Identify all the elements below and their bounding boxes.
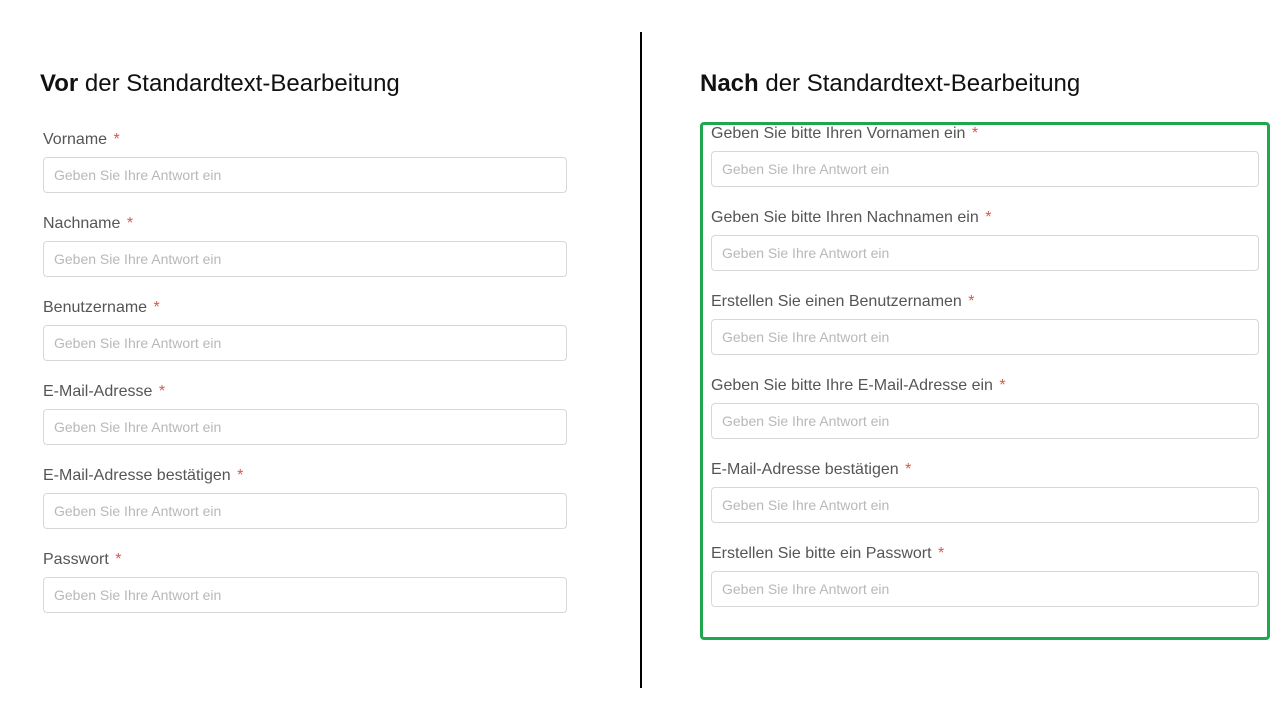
nachname-input[interactable] (711, 235, 1259, 271)
after-field-passwort: Erstellen Sie bitte ein Passwort * (711, 545, 1259, 607)
before-heading-rest: der Standardtext-Bearbeitung (85, 70, 400, 97)
field-label: Nachname * (43, 215, 567, 233)
field-label: Geben Sie bitte Ihren Nachnamen ein * (711, 209, 1259, 227)
required-mark: * (237, 467, 243, 484)
required-mark: * (905, 461, 911, 478)
required-mark: * (938, 545, 944, 562)
required-mark: * (114, 131, 120, 148)
after-field-nachname: Geben Sie bitte Ihren Nachnamen ein * (711, 209, 1259, 271)
before-field-email-confirm: E-Mail-Adresse bestätigen * (43, 467, 567, 529)
email-confirm-input[interactable] (711, 487, 1259, 523)
field-label: Geben Sie bitte Ihren Vornamen ein * (711, 125, 1259, 143)
field-label: Passwort * (43, 551, 567, 569)
before-column: Vor der Standardtext-Bearbeitung Vorname… (0, 0, 640, 720)
field-label: Geben Sie bitte Ihre E-Mail-Adresse ein … (711, 377, 1259, 395)
before-field-vorname: Vorname * (43, 131, 567, 193)
column-divider (640, 32, 642, 688)
after-heading-bold: Nach (700, 70, 765, 97)
before-heading: Vor der Standardtext-Bearbeitung (40, 70, 600, 98)
after-form-highlighted: Geben Sie bitte Ihren Vornamen ein * Geb… (700, 122, 1270, 640)
before-field-email: E-Mail-Adresse * (43, 383, 567, 445)
required-mark: * (115, 551, 121, 568)
benutzername-input[interactable] (711, 319, 1259, 355)
required-mark: * (127, 215, 133, 232)
email-input[interactable] (711, 403, 1259, 439)
email-confirm-input[interactable] (43, 493, 567, 529)
before-field-nachname: Nachname * (43, 215, 567, 277)
before-field-passwort: Passwort * (43, 551, 567, 613)
after-heading-rest: der Standardtext-Bearbeitung (765, 70, 1080, 97)
before-form: Vorname * Nachname * Benutzername * E-Ma… (40, 128, 600, 638)
field-label: Vorname * (43, 131, 567, 149)
benutzername-input[interactable] (43, 325, 567, 361)
passwort-input[interactable] (43, 577, 567, 613)
required-mark: * (985, 209, 991, 226)
before-heading-bold: Vor (40, 70, 85, 97)
after-field-benutzername: Erstellen Sie einen Benutzernamen * (711, 293, 1259, 355)
after-field-vorname: Geben Sie bitte Ihren Vornamen ein * (711, 125, 1259, 187)
after-field-email: Geben Sie bitte Ihre E-Mail-Adresse ein … (711, 377, 1259, 439)
after-field-email-confirm: E-Mail-Adresse bestätigen * (711, 461, 1259, 523)
after-heading: Nach der Standardtext-Bearbeitung (700, 70, 1270, 98)
vorname-input[interactable] (43, 157, 567, 193)
after-column: Nach der Standardtext-Bearbeitung Geben … (640, 0, 1280, 720)
field-label: E-Mail-Adresse bestätigen * (711, 461, 1259, 479)
field-label: Benutzername * (43, 299, 567, 317)
required-mark: * (159, 383, 165, 400)
field-label: Erstellen Sie bitte ein Passwort * (711, 545, 1259, 563)
field-label: E-Mail-Adresse bestätigen * (43, 467, 567, 485)
required-mark: * (999, 377, 1005, 394)
required-mark: * (154, 299, 160, 316)
nachname-input[interactable] (43, 241, 567, 277)
passwort-input[interactable] (711, 571, 1259, 607)
required-mark: * (968, 293, 974, 310)
required-mark: * (972, 125, 978, 142)
vorname-input[interactable] (711, 151, 1259, 187)
before-field-benutzername: Benutzername * (43, 299, 567, 361)
field-label: E-Mail-Adresse * (43, 383, 567, 401)
field-label: Erstellen Sie einen Benutzernamen * (711, 293, 1259, 311)
email-input[interactable] (43, 409, 567, 445)
